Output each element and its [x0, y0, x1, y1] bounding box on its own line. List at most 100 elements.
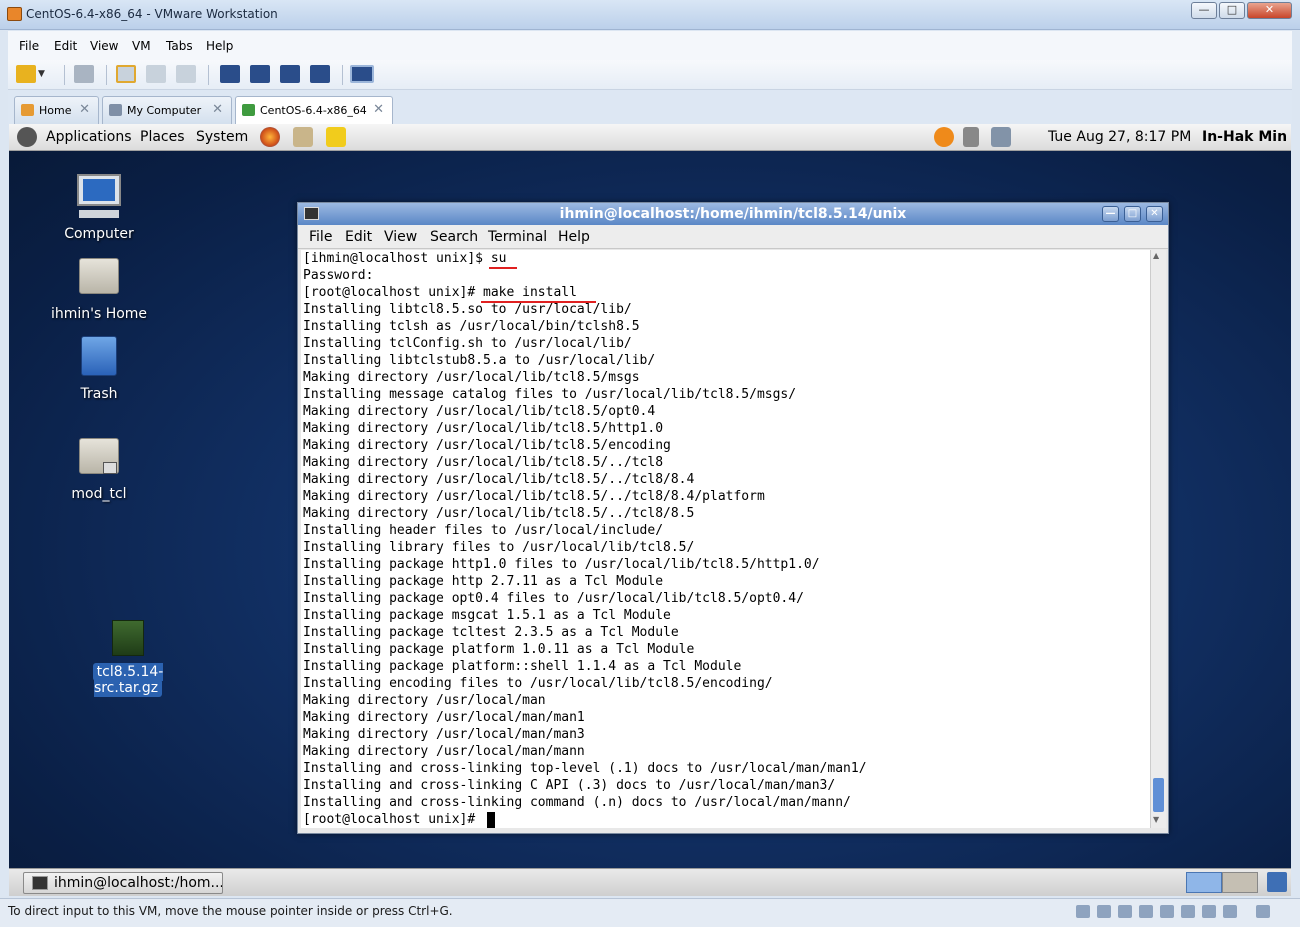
scroll-down-icon[interactable]: ▼ — [1153, 815, 1159, 824]
text-cursor — [487, 812, 495, 828]
terminal-line: Making directory /usr/local/lib/tcl8.5/h… — [303, 421, 664, 436]
revert-snapshot-icon[interactable] — [146, 65, 166, 83]
terminal-minimize-button[interactable]: — — [1102, 206, 1119, 222]
terminal-line: Installing message catalog files to /usr… — [303, 387, 797, 402]
terminal-menu-file[interactable]: File — [309, 229, 332, 245]
icon-label: Trash — [80, 386, 118, 402]
terminal-line: [ihmin@localhost unix]$ su — [303, 251, 507, 266]
maximize-button[interactable]: □ — [1219, 2, 1245, 19]
terminal-window[interactable]: ihmin@localhost:/home/ihmin/tcl8.5.14/un… — [297, 202, 1169, 834]
workspace-2[interactable] — [1222, 872, 1258, 893]
scrollbar-thumb[interactable] — [1153, 778, 1164, 812]
icon-label: tcl8.5.14-src.tar.gz — [92, 663, 164, 697]
status-text: To direct input to this VM, move the mou… — [8, 904, 453, 918]
menu-help[interactable]: Help — [206, 39, 233, 53]
menu-system[interactable]: System — [196, 129, 248, 145]
menu-edit[interactable]: Edit — [54, 39, 77, 53]
display-icon[interactable] — [1223, 905, 1237, 918]
close-icon[interactable]: ✕ — [79, 102, 90, 117]
desktop-icon-computer[interactable]: Computer — [49, 172, 149, 242]
terminal-output[interactable]: [ihmin@localhost unix]$ su Password: [root… — [301, 250, 1150, 828]
notes-icon[interactable] — [326, 127, 346, 147]
gnome-foot-icon[interactable] — [17, 127, 37, 147]
terminal-title: ihmin@localhost:/home/ihmin/tcl8.5.14/un… — [559, 206, 907, 222]
terminal-line: Password: — [303, 268, 374, 283]
show-library-icon[interactable] — [220, 65, 240, 83]
user-name[interactable]: In-Hak Min — [1202, 129, 1287, 145]
annotation-underline — [481, 301, 596, 303]
close-button[interactable]: ✕ — [1247, 2, 1292, 19]
window-title-bar[interactable]: CentOS-6.4-x86_64 - VMware Workstation —… — [0, 0, 1300, 30]
terminal-menu-help[interactable]: Help — [558, 229, 590, 245]
menu-file[interactable]: File — [19, 39, 39, 53]
cd-rom-icon[interactable] — [1097, 905, 1111, 918]
workspace-1[interactable] — [1186, 872, 1222, 893]
clock[interactable]: Tue Aug 27, 8:17 PM — [1048, 129, 1191, 145]
printer-icon[interactable] — [1202, 905, 1216, 918]
menu-vm[interactable]: VM — [132, 39, 151, 53]
terminal-line: Installing package http1.0 files to /usr… — [303, 557, 820, 572]
console-view-icon[interactable] — [350, 65, 374, 83]
snapshot-icon[interactable] — [116, 65, 136, 83]
tab-bar: Home ✕ My Computer ✕ CentOS-6.4-x86_64 ✕ — [8, 90, 1292, 124]
firefox-icon[interactable] — [260, 127, 280, 147]
message-log-icon[interactable] — [1256, 905, 1270, 918]
chevron-down-icon[interactable]: ▼ — [38, 65, 48, 83]
taskbar-terminal-button[interactable]: ihmin@localhost:/hom... — [23, 872, 223, 894]
desktop-icon-mod-tcl[interactable]: mod_tcl — [49, 432, 149, 502]
toolbar-separator — [342, 65, 343, 85]
terminal-icon — [304, 207, 319, 220]
usb-icon[interactable] — [1160, 905, 1174, 918]
terminal-menu-terminal[interactable]: Terminal — [488, 229, 547, 245]
full-screen-icon[interactable] — [280, 65, 300, 83]
tab-my-computer[interactable]: My Computer ✕ — [102, 96, 232, 124]
icon-label: mod_tcl — [71, 486, 127, 502]
close-icon[interactable]: ✕ — [373, 102, 384, 117]
update-notifier-icon[interactable] — [934, 127, 954, 147]
minimize-button[interactable]: — — [1191, 2, 1217, 19]
close-icon[interactable]: ✕ — [212, 102, 223, 117]
gnome-top-panel: Applications Places System Tue Aug 27, 8… — [9, 124, 1291, 151]
guest-screen[interactable]: Applications Places System Tue Aug 27, 8… — [9, 124, 1291, 896]
floppy-icon[interactable] — [1118, 905, 1132, 918]
desktop-icon-trash[interactable]: Trash — [49, 332, 149, 402]
terminal-close-button[interactable]: ✕ — [1146, 206, 1163, 222]
send-ctrl-alt-del-icon[interactable] — [74, 65, 94, 83]
menu-view[interactable]: View — [90, 39, 118, 53]
tab-centos[interactable]: CentOS-6.4-x86_64 ✕ — [235, 96, 393, 124]
menu-applications[interactable]: Applications — [46, 129, 132, 145]
terminal-maximize-button[interactable]: □ — [1124, 206, 1141, 222]
terminal-line: Installing libtclstub8.5.a to /usr/local… — [303, 353, 656, 368]
sound-icon[interactable] — [1181, 905, 1195, 918]
pause-icon[interactable] — [16, 65, 36, 83]
hard-disk-icon[interactable] — [1076, 905, 1090, 918]
scroll-up-icon[interactable]: ▲ — [1153, 251, 1159, 260]
desktop-icon-home[interactable]: ihmin's Home — [49, 252, 149, 322]
terminal-scrollbar[interactable]: ▲ ▼ — [1150, 250, 1166, 828]
terminal-menu-view[interactable]: View — [384, 229, 417, 245]
tab-home[interactable]: Home ✕ — [14, 96, 99, 124]
terminal-line: Making directory /usr/local/man/man1 — [303, 710, 585, 725]
volume-icon[interactable] — [963, 127, 979, 147]
terminal-line: Making directory /usr/local/man/mann — [303, 744, 585, 759]
network-adapter-icon[interactable] — [1139, 905, 1153, 918]
terminal-line: Installing package tcltest 2.3.5 as a Tc… — [303, 625, 679, 640]
terminal-line: Installing package http 2.7.11 as a Tcl … — [303, 574, 664, 589]
terminal-line: Installing tclsh as /usr/local/bin/tclsh… — [303, 319, 640, 334]
menu-tabs[interactable]: Tabs — [166, 39, 193, 53]
thumbnail-bar-icon[interactable] — [250, 65, 270, 83]
terminal-line: Installing and cross-linking C API (.3) … — [303, 778, 836, 793]
snapshot-manager-icon[interactable] — [176, 65, 196, 83]
trash-applet-icon[interactable] — [1267, 872, 1287, 892]
network-icon[interactable] — [991, 127, 1011, 147]
terminal-title-bar[interactable]: ihmin@localhost:/home/ihmin/tcl8.5.14/un… — [298, 203, 1168, 225]
home-folder-icon — [75, 252, 123, 300]
desktop-icon-tcl-archive[interactable]: tcl8.5.14-src.tar.gz — [64, 618, 192, 697]
terminal-menu-edit[interactable]: Edit — [345, 229, 372, 245]
unity-icon[interactable] — [310, 65, 330, 83]
menu-places[interactable]: Places — [140, 129, 185, 145]
terminal-line: Making directory /usr/local/lib/tcl8.5/.… — [303, 506, 695, 521]
terminal-menu-search[interactable]: Search — [430, 229, 478, 245]
terminal-line: Installing package platform::shell 1.1.4… — [303, 659, 742, 674]
mail-icon[interactable] — [293, 127, 313, 147]
